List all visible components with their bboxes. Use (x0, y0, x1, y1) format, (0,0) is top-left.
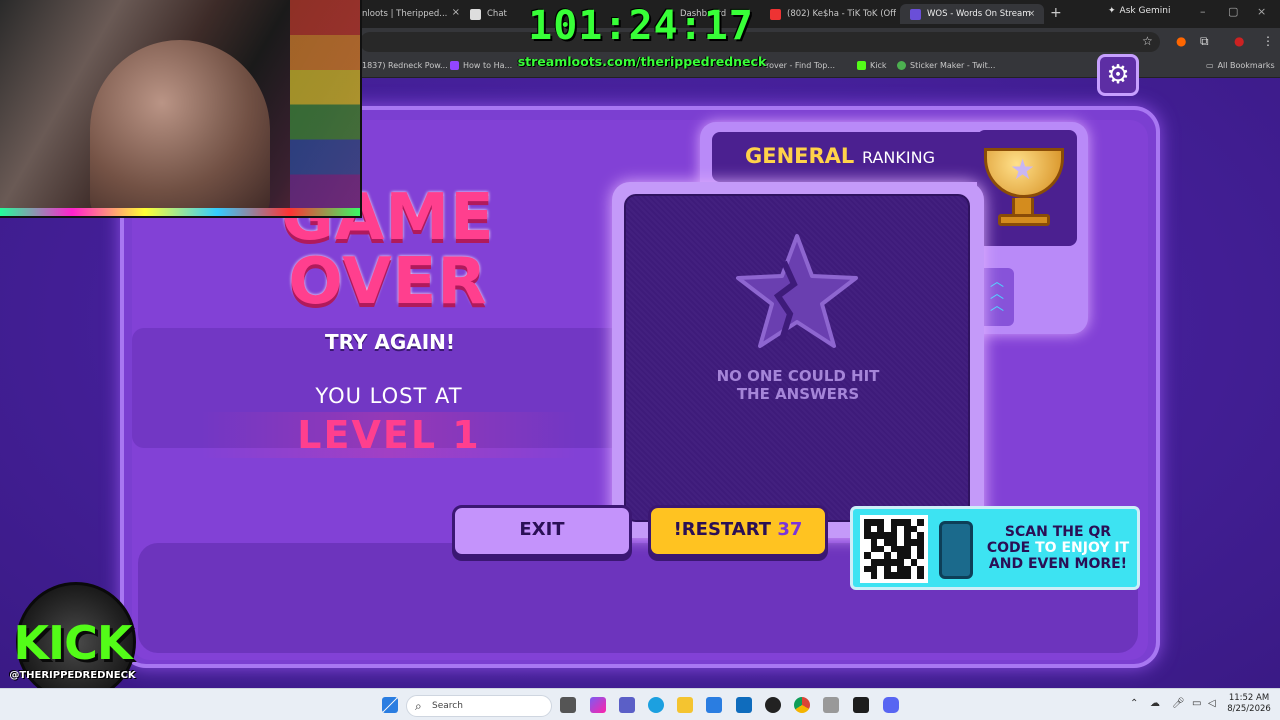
tab-youtube[interactable]: (802) Ke$ha - TiK ToK (Offic (770, 4, 896, 24)
ask-gemini-button[interactable]: ✦ Ask Gemini (1108, 6, 1170, 16)
ranking-label: RANKING (862, 148, 935, 167)
scan-line-2b: TO ENJOY IT (1035, 540, 1130, 556)
exit-button[interactable]: EXIT (452, 505, 632, 557)
broken-star-icon (736, 234, 858, 348)
ask-gemini-label: Ask Gemini (1119, 6, 1171, 16)
bookmark-item[interactable]: 1837) Redneck Pow... (362, 61, 448, 70)
led-lights (0, 208, 360, 216)
network-icon[interactable]: ▭ (1192, 698, 1201, 709)
bookmark-item[interactable]: Sticker Maker - Twit... (897, 61, 995, 70)
tab-chat[interactable]: Chat B... (470, 4, 510, 24)
game-over-line-2: OVER (288, 245, 488, 319)
bookmark-label: Sticker Maker - Twit... (910, 61, 996, 70)
chevrons-icon: ︿ ︿ ︿ (990, 274, 1004, 314)
qr-code[interactable] (860, 515, 928, 583)
gear-icon: ⚙ (1106, 60, 1130, 90)
clock-date: 8/25/2026 (1227, 704, 1271, 714)
tab-streamloots[interactable]: nloots | Theripped... × (362, 4, 460, 24)
close-icon[interactable]: × (452, 7, 460, 18)
volume-icon[interactable]: ◁ (1208, 698, 1216, 709)
start-icon[interactable] (382, 697, 398, 713)
tab-label: (802) Ke$ha - TiK ToK (Offic (787, 9, 896, 19)
profile-avatar[interactable]: ● (1234, 34, 1244, 48)
task-view-icon[interactable] (560, 697, 576, 713)
outlook-icon[interactable] (736, 697, 752, 713)
phone-icon (939, 521, 973, 579)
taskbar-clock[interactable]: 11:52 AM 8/25/2026 (1222, 693, 1276, 715)
kick-handle: @THERIPPEDREDNECK (9, 670, 136, 681)
obs-icon[interactable] (765, 697, 781, 713)
minimize-icon[interactable]: – (1200, 5, 1206, 18)
settings-button[interactable]: ⚙ (1097, 54, 1139, 96)
close-icon[interactable]: × (1028, 4, 1035, 24)
maximize-icon[interactable]: ▢ (1228, 5, 1238, 18)
folder-icon: ▭ (1206, 61, 1214, 70)
chevron-up-icon[interactable]: ⌃ (1130, 698, 1138, 709)
copilot-icon[interactable] (590, 697, 606, 713)
teams-icon[interactable] (619, 697, 635, 713)
kick-icon (857, 61, 866, 70)
sticker-icon (897, 61, 906, 70)
restart-label: !RESTART (673, 519, 772, 540)
microphone-icon[interactable]: 🎤︎ (1172, 698, 1185, 709)
all-bookmarks-button[interactable]: ▭ All Bookmarks (1206, 61, 1275, 70)
search-label: Search (432, 701, 463, 711)
all-bookmarks-label: All Bookmarks (1217, 61, 1275, 70)
restart-count: 37 (777, 519, 803, 540)
search-icon: ⌕ (415, 699, 422, 713)
level-text: LEVEL 1 (200, 412, 578, 458)
scan-line-1: SCAN THE QR (1004, 524, 1112, 540)
ranking-toggle-tab[interactable]: ︿ ︿ ︿ (982, 268, 1014, 326)
lost-at-text: YOU LOST AT (315, 384, 463, 408)
cloud-icon[interactable]: ☁ (1150, 698, 1160, 709)
windows-taskbar: ⌕ Search ⌃ ☁ 🎤︎ ▭ ◁ 11:52 AM 8/25/2026 (0, 688, 1280, 720)
taskbar-search[interactable]: ⌕ Search (406, 695, 552, 717)
stream-timer: 101:24:17 (528, 3, 754, 49)
file-explorer-icon[interactable] (677, 697, 693, 713)
close-window-icon[interactable]: × (1257, 5, 1266, 18)
webcam-feed (0, 0, 362, 218)
edge-icon[interactable] (648, 697, 664, 713)
discord-icon[interactable] (883, 697, 899, 713)
kick-overlay: KICK @THERIPPEDREDNECK (0, 582, 145, 702)
more-menu-icon[interactable]: ⋮ (1262, 34, 1274, 48)
wos-favicon (910, 8, 921, 20)
chrome-icon[interactable] (794, 697, 810, 713)
tab-label: nloots | Theripped... (362, 9, 448, 19)
scan-line-2: CODE TO ENJOY IT (980, 540, 1136, 556)
no-one-message: NO ONE COULD HIT THE ANSWERS (700, 367, 896, 403)
ranking-general-label: GENERAL (745, 144, 855, 168)
bookmark-star-icon[interactable]: ☆ (1142, 34, 1153, 48)
app-icon[interactable] (823, 697, 839, 713)
twitch-icon (450, 61, 459, 70)
scan-qr-text: SCAN THE QR CODE TO ENJOY IT AND EVEN MO… (980, 524, 1136, 572)
bookmark-label: 1837) Redneck Pow... (362, 61, 448, 70)
pride-flag (290, 0, 360, 216)
scan-line-3: AND EVEN MORE! (988, 556, 1128, 572)
scan-line-2a: CODE (986, 540, 1031, 556)
extensions-puzzle-icon[interactable]: ⧉ (1200, 34, 1209, 49)
gemini-icon: ✦ (1108, 6, 1116, 16)
no-one-line-2: THE ANSWERS (736, 385, 860, 403)
tab-label: WOS - Words On Stream (927, 9, 1031, 19)
extension-icon[interactable]: ● (1176, 34, 1186, 48)
kick-logo-text: KICK (13, 616, 132, 670)
streamer-figure (90, 40, 270, 216)
tab-wos[interactable]: WOS - Words On Stream (900, 4, 1044, 24)
terminal-icon[interactable] (853, 697, 869, 713)
tab-favicon (470, 8, 481, 20)
bookmark-item[interactable]: Kick (857, 61, 887, 70)
try-again-text: TRY AGAIN! (324, 330, 456, 354)
no-one-line-1: NO ONE COULD HIT (716, 367, 880, 385)
streamloots-url: streamloots.com/therippedredneck (517, 54, 767, 69)
clock-time: 11:52 AM (1228, 693, 1270, 703)
store-icon[interactable] (706, 697, 722, 713)
restart-button[interactable]: !RESTART 37 (648, 505, 828, 557)
new-tab-icon[interactable]: + (1050, 5, 1062, 21)
bookmark-label: Kick (870, 61, 887, 70)
